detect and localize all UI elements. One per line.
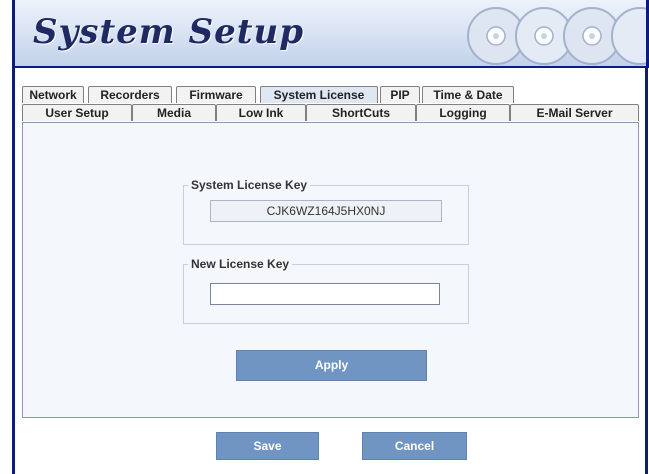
cancel-button[interactable]: Cancel [362, 432, 467, 460]
tab-bar: Network Recorders Firmware System Licens… [22, 84, 642, 122]
page-title: System Setup [33, 12, 304, 52]
tab-media[interactable]: Media [132, 104, 216, 121]
system-license-key-label: System License Key [188, 178, 311, 192]
tab-low-ink[interactable]: Low Ink [216, 104, 306, 121]
tab-time-date[interactable]: Time & Date [422, 86, 514, 103]
tab-recorders[interactable]: Recorders [88, 86, 172, 103]
tab-system-license[interactable]: System License [260, 86, 378, 103]
save-button[interactable]: Save [216, 432, 319, 460]
tab-email-server[interactable]: E-Mail Server [510, 104, 639, 121]
system-license-key-value: CJK6WZ164J5HX0NJ [210, 200, 442, 222]
tab-pip[interactable]: PIP [380, 86, 420, 103]
tab-shortcuts[interactable]: ShortCuts [306, 104, 416, 121]
tab-user-setup[interactable]: User Setup [22, 104, 132, 121]
tab-logging[interactable]: Logging [416, 104, 510, 121]
new-license-key-label: New License Key [188, 257, 293, 271]
tab-firmware[interactable]: Firmware [176, 86, 256, 103]
new-license-key-group: New License Key [183, 257, 469, 324]
header-banner: System Setup [15, 0, 649, 68]
cd-disc-icon [467, 7, 646, 65]
apply-button[interactable]: Apply [236, 350, 427, 381]
license-panel: System License Key CJK6WZ164J5HX0NJ New … [22, 122, 639, 418]
new-license-key-input[interactable] [210, 283, 440, 305]
tab-network[interactable]: Network [22, 86, 84, 103]
system-license-key-group: System License Key CJK6WZ164J5HX0NJ [183, 178, 469, 245]
